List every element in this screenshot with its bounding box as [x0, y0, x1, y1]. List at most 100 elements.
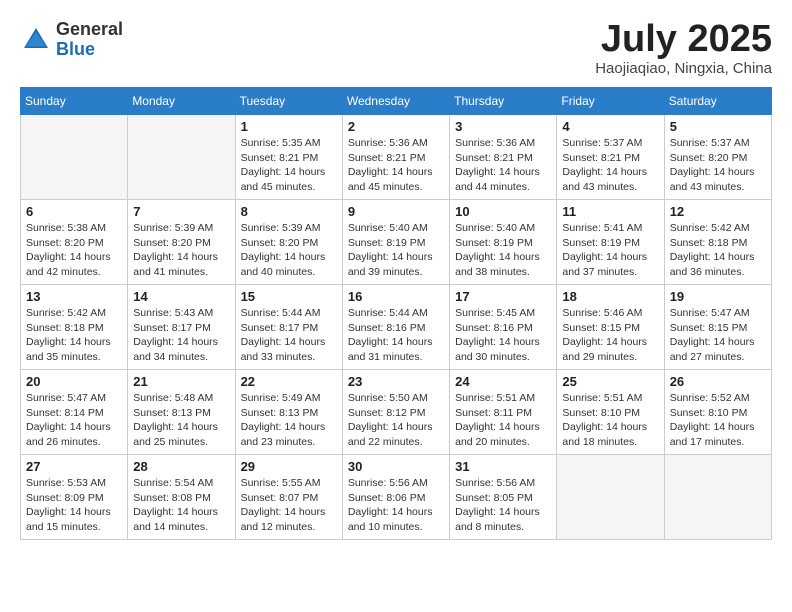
day-number: 5	[670, 119, 766, 134]
day-number: 28	[133, 459, 229, 474]
calendar-cell: 1 Sunrise: 5:35 AMSunset: 8:21 PMDaylight…	[235, 115, 342, 200]
day-number: 1	[241, 119, 337, 134]
calendar-week-row: 20Sunrise: 5:47 AMSunset: 8:14 PMDayligh…	[21, 370, 772, 455]
logo: General Blue	[20, 20, 123, 60]
day-info: Sunrise: 5:52 AMSunset: 8:10 PMDaylight:…	[670, 391, 766, 450]
calendar-header-row: SundayMondayTuesdayWednesdayThursdayFrid…	[21, 88, 772, 115]
day-info: Sunrise: 5:46 AMSunset: 8:15 PMDaylight:…	[562, 306, 658, 365]
day-info: Sunrise: 5:51 AMSunset: 8:11 PMDaylight:…	[455, 391, 551, 450]
day-info: Sunrise: 5:38 AMSunset: 8:20 PMDaylight:…	[26, 221, 122, 280]
day-number: 17	[455, 289, 551, 304]
calendar-cell: 9 Sunrise: 5:40 AMSunset: 8:19 PMDaylight…	[342, 200, 449, 285]
day-info: Sunrise: 5:44 AMSunset: 8:16 PMDaylight:…	[348, 306, 444, 365]
day-number: 7	[133, 204, 229, 219]
calendar-cell: 18 Sunrise: 5:46 AMSunset: 8:15 PMDayligh…	[557, 285, 664, 370]
day-info: Sunrise: 5:37 AMSunset: 8:21 PMDaylight:…	[562, 136, 658, 195]
calendar-cell: 31 Sunrise: 5:56 AMSunset: 8:05 PMDayligh…	[450, 455, 557, 540]
day-number: 23	[348, 374, 444, 389]
calendar-header-thursday: Thursday	[450, 88, 557, 115]
day-info: Sunrise: 5:40 AMSunset: 8:19 PMDaylight:…	[348, 221, 444, 280]
calendar-cell: 29 Sunrise: 5:55 AMSunset: 8:07 PMDayligh…	[235, 455, 342, 540]
day-info: Sunrise: 5:56 AMSunset: 8:06 PMDaylight:…	[348, 476, 444, 535]
calendar-cell: 20Sunrise: 5:47 AMSunset: 8:14 PMDayligh…	[21, 370, 128, 455]
day-info: Sunrise: 5:36 AMSunset: 8:21 PMDaylight:…	[348, 136, 444, 195]
day-number: 4	[562, 119, 658, 134]
location-subtitle: Haojiaqiao, Ningxia, China	[595, 60, 772, 77]
day-number: 27	[26, 459, 122, 474]
calendar-cell: 8 Sunrise: 5:39 AMSunset: 8:20 PMDaylight…	[235, 200, 342, 285]
day-number: 22	[241, 374, 337, 389]
calendar-cell: 10 Sunrise: 5:40 AMSunset: 8:19 PMDayligh…	[450, 200, 557, 285]
calendar-cell: 2Sunrise: 5:36 AMSunset: 8:21 PMDaylight…	[342, 115, 449, 200]
calendar-cell: 15 Sunrise: 5:44 AMSunset: 8:17 PMDayligh…	[235, 285, 342, 370]
calendar-cell: 12 Sunrise: 5:42 AMSunset: 8:18 PMDayligh…	[664, 200, 771, 285]
day-number: 31	[455, 459, 551, 474]
day-info: Sunrise: 5:39 AMSunset: 8:20 PMDaylight:…	[133, 221, 229, 280]
day-info: Sunrise: 5:35 AMSunset: 8:21 PMDaylight:…	[241, 136, 337, 195]
day-number: 15	[241, 289, 337, 304]
calendar-cell: 14 Sunrise: 5:43 AMSunset: 8:17 PMDayligh…	[128, 285, 235, 370]
day-number: 6	[26, 204, 122, 219]
day-number: 16	[348, 289, 444, 304]
calendar-cell	[557, 455, 664, 540]
calendar-cell: 25 Sunrise: 5:51 AMSunset: 8:10 PMDayligh…	[557, 370, 664, 455]
calendar-cell: 3Sunrise: 5:36 AMSunset: 8:21 PMDaylight…	[450, 115, 557, 200]
calendar-cell: 16 Sunrise: 5:44 AMSunset: 8:16 PMDayligh…	[342, 285, 449, 370]
calendar-cell: 22 Sunrise: 5:49 AMSunset: 8:13 PMDayligh…	[235, 370, 342, 455]
day-info: Sunrise: 5:42 AMSunset: 8:18 PMDaylight:…	[670, 221, 766, 280]
calendar-cell: 11Sunrise: 5:41 AMSunset: 8:19 PMDayligh…	[557, 200, 664, 285]
calendar-header-monday: Monday	[128, 88, 235, 115]
day-number: 18	[562, 289, 658, 304]
calendar-week-row: 6 Sunrise: 5:38 AMSunset: 8:20 PMDaylight…	[21, 200, 772, 285]
calendar-cell: 19Sunrise: 5:47 AMSunset: 8:15 PMDayligh…	[664, 285, 771, 370]
day-number: 21	[133, 374, 229, 389]
calendar-table: SundayMondayTuesdayWednesdayThursdayFrid…	[20, 87, 772, 540]
day-info: Sunrise: 5:53 AMSunset: 8:09 PMDaylight:…	[26, 476, 122, 535]
day-info: Sunrise: 5:37 AMSunset: 8:20 PMDaylight:…	[670, 136, 766, 195]
day-info: Sunrise: 5:51 AMSunset: 8:10 PMDaylight:…	[562, 391, 658, 450]
calendar-cell	[128, 115, 235, 200]
calendar-cell: 23Sunrise: 5:50 AMSunset: 8:12 PMDayligh…	[342, 370, 449, 455]
day-info: Sunrise: 5:56 AMSunset: 8:05 PMDaylight:…	[455, 476, 551, 535]
calendar-cell: 7 Sunrise: 5:39 AMSunset: 8:20 PMDaylight…	[128, 200, 235, 285]
calendar-cell: 21 Sunrise: 5:48 AMSunset: 8:13 PMDayligh…	[128, 370, 235, 455]
calendar-cell: 24Sunrise: 5:51 AMSunset: 8:11 PMDayligh…	[450, 370, 557, 455]
day-number: 13	[26, 289, 122, 304]
calendar-header-saturday: Saturday	[664, 88, 771, 115]
day-number: 29	[241, 459, 337, 474]
day-info: Sunrise: 5:43 AMSunset: 8:17 PMDaylight:…	[133, 306, 229, 365]
calendar-header-wednesday: Wednesday	[342, 88, 449, 115]
calendar-cell: 27 Sunrise: 5:53 AMSunset: 8:09 PMDayligh…	[21, 455, 128, 540]
day-info: Sunrise: 5:54 AMSunset: 8:08 PMDaylight:…	[133, 476, 229, 535]
title-block: July 2025 Haojiaqiao, Ningxia, China	[595, 20, 772, 77]
day-number: 25	[562, 374, 658, 389]
calendar-header-friday: Friday	[557, 88, 664, 115]
day-number: 14	[133, 289, 229, 304]
day-number: 8	[241, 204, 337, 219]
calendar-cell: 5 Sunrise: 5:37 AMSunset: 8:20 PMDaylight…	[664, 115, 771, 200]
day-number: 30	[348, 459, 444, 474]
day-number: 3	[455, 119, 551, 134]
day-number: 9	[348, 204, 444, 219]
day-number: 11	[562, 204, 658, 219]
day-info: Sunrise: 5:40 AMSunset: 8:19 PMDaylight:…	[455, 221, 551, 280]
calendar-week-row: 27 Sunrise: 5:53 AMSunset: 8:09 PMDayligh…	[21, 455, 772, 540]
day-info: Sunrise: 5:55 AMSunset: 8:07 PMDaylight:…	[241, 476, 337, 535]
day-number: 20	[26, 374, 122, 389]
calendar-cell: 4 Sunrise: 5:37 AMSunset: 8:21 PMDaylight…	[557, 115, 664, 200]
day-info: Sunrise: 5:44 AMSunset: 8:17 PMDaylight:…	[241, 306, 337, 365]
logo-icon	[20, 24, 52, 56]
calendar-header-sunday: Sunday	[21, 88, 128, 115]
calendar-cell	[21, 115, 128, 200]
day-number: 26	[670, 374, 766, 389]
day-info: Sunrise: 5:49 AMSunset: 8:13 PMDaylight:…	[241, 391, 337, 450]
day-info: Sunrise: 5:39 AMSunset: 8:20 PMDaylight:…	[241, 221, 337, 280]
calendar-cell: 28 Sunrise: 5:54 AMSunset: 8:08 PMDayligh…	[128, 455, 235, 540]
page-header: General Blue July 2025 Haojiaqiao, Ningx…	[20, 20, 772, 77]
day-number: 12	[670, 204, 766, 219]
day-info: Sunrise: 5:42 AMSunset: 8:18 PMDaylight:…	[26, 306, 122, 365]
day-number: 10	[455, 204, 551, 219]
day-info: Sunrise: 5:48 AMSunset: 8:13 PMDaylight:…	[133, 391, 229, 450]
day-info: Sunrise: 5:47 AMSunset: 8:15 PMDaylight:…	[670, 306, 766, 365]
calendar-cell: 30 Sunrise: 5:56 AMSunset: 8:06 PMDayligh…	[342, 455, 449, 540]
